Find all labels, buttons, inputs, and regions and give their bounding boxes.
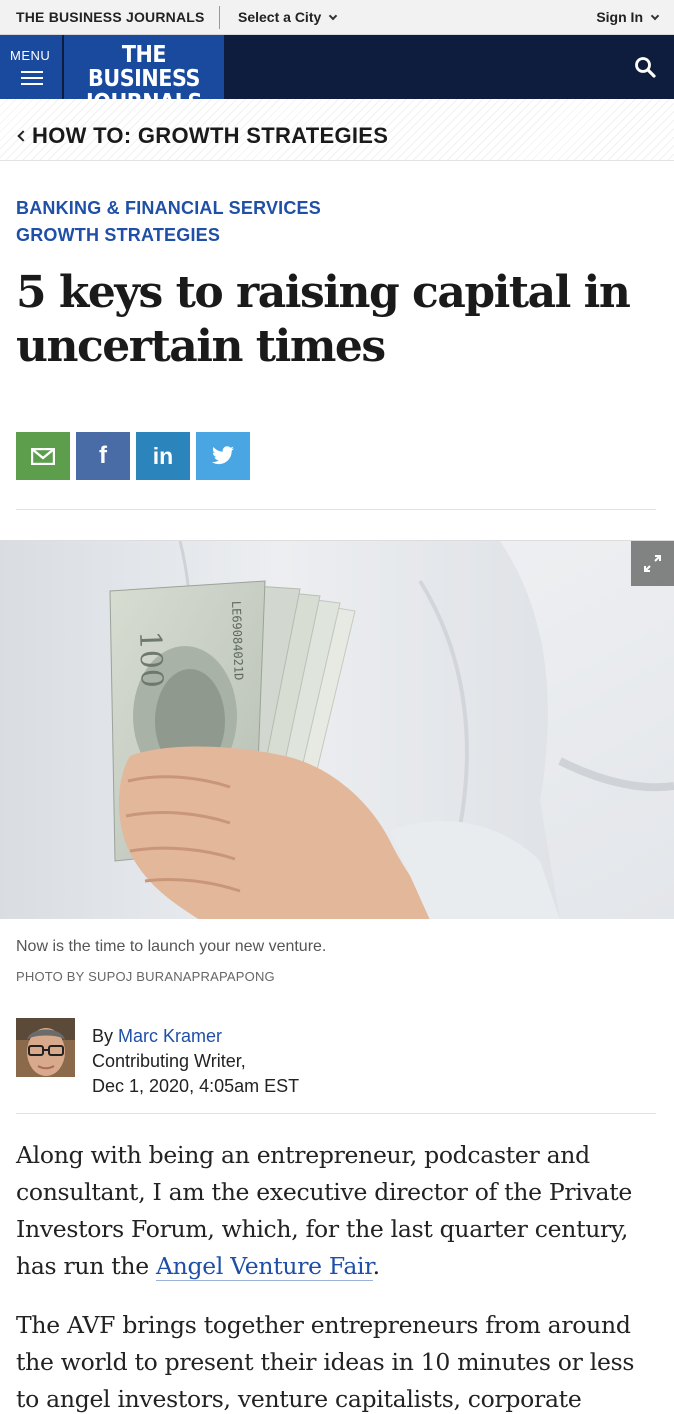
logo-line-1: THE BUSINESS bbox=[88, 42, 200, 92]
paragraph-text: . bbox=[372, 1252, 380, 1280]
brand-link[interactable]: THE BUSINESS JOURNALS bbox=[16, 9, 205, 25]
article-body: Along with being an entrepreneur, podcas… bbox=[16, 1137, 656, 1414]
hamburger-icon bbox=[21, 71, 43, 85]
sign-in-label: Sign In bbox=[596, 9, 643, 25]
divider bbox=[16, 1113, 656, 1114]
paragraph: The AVF brings together entrepreneurs fr… bbox=[16, 1311, 635, 1413]
byline-author-line: By Marc Kramer bbox=[92, 1024, 299, 1049]
chevron-left-icon[interactable] bbox=[17, 130, 29, 142]
category-link[interactable]: BANKING & FINANCIAL SERVICES bbox=[16, 195, 321, 222]
share-facebook-button[interactable]: f bbox=[76, 432, 130, 480]
divider bbox=[16, 509, 656, 510]
share-twitter-button[interactable] bbox=[196, 432, 250, 480]
publish-date: Dec 1, 2020, 4:05am EST bbox=[92, 1076, 300, 1096]
photo-caption: Now is the time to launch your new ventu… bbox=[16, 938, 327, 955]
email-icon bbox=[31, 447, 55, 465]
share-bar: f in bbox=[16, 432, 250, 480]
divider bbox=[219, 6, 220, 29]
money-photo: 100 LE69084021D bbox=[0, 541, 674, 919]
city-selector-label: Select a City bbox=[238, 9, 322, 25]
expand-photo-button[interactable] bbox=[631, 541, 674, 586]
share-linkedin-button[interactable]: in bbox=[136, 432, 190, 480]
search-icon[interactable] bbox=[634, 56, 656, 78]
utility-bar: THE BUSINESS JOURNALS Select a City Sign… bbox=[0, 0, 674, 35]
section-header[interactable]: HOW TO: GROWTH STRATEGIES bbox=[0, 99, 674, 161]
author-photo bbox=[16, 1018, 75, 1077]
author-link[interactable]: Marc Kramer bbox=[118, 1026, 222, 1046]
category-link[interactable]: GROWTH STRATEGIES bbox=[16, 222, 321, 249]
expand-icon bbox=[644, 555, 661, 572]
twitter-icon bbox=[212, 446, 234, 465]
main-navbar: MENU THE BUSINESS JOURNALS bbox=[0, 35, 674, 115]
article-photo[interactable]: 100 LE69084021D bbox=[0, 540, 674, 919]
sign-in-button[interactable]: Sign In bbox=[596, 9, 660, 25]
menu-button[interactable]: MENU bbox=[0, 35, 62, 99]
section-title[interactable]: HOW TO: GROWTH STRATEGIES bbox=[32, 123, 388, 149]
paragraph: Along with being an entrepreneur, podcas… bbox=[16, 1137, 656, 1285]
svg-text:100: 100 bbox=[132, 630, 169, 688]
byline-by: By bbox=[92, 1026, 119, 1046]
byline: By Marc Kramer Contributing Writer, Dec … bbox=[92, 1024, 299, 1099]
author-role: Contributing Writer, bbox=[92, 1051, 246, 1071]
author-avatar[interactable] bbox=[16, 1018, 75, 1077]
menu-label: MENU bbox=[10, 48, 51, 63]
site-logo[interactable]: THE BUSINESS JOURNALS bbox=[64, 35, 224, 115]
chevron-down-icon bbox=[650, 11, 660, 21]
facebook-icon: f bbox=[99, 442, 107, 469]
svg-text:LE69084021D: LE69084021D bbox=[229, 601, 246, 681]
share-email-button[interactable] bbox=[16, 432, 70, 480]
linkedin-icon: in bbox=[152, 442, 174, 469]
angel-venture-fair-link[interactable]: Angel Venture Fair bbox=[156, 1252, 373, 1281]
photo-credit: PHOTO BY SUPOJ BURANAPRAPAPONG bbox=[16, 969, 275, 984]
chevron-down-icon bbox=[329, 11, 338, 21]
article-headline: 5 keys to raising capital in uncertain t… bbox=[16, 267, 631, 372]
city-selector[interactable]: Select a City bbox=[238, 9, 338, 25]
article-categories: BANKING & FINANCIAL SERVICES GROWTH STRA… bbox=[16, 195, 321, 249]
